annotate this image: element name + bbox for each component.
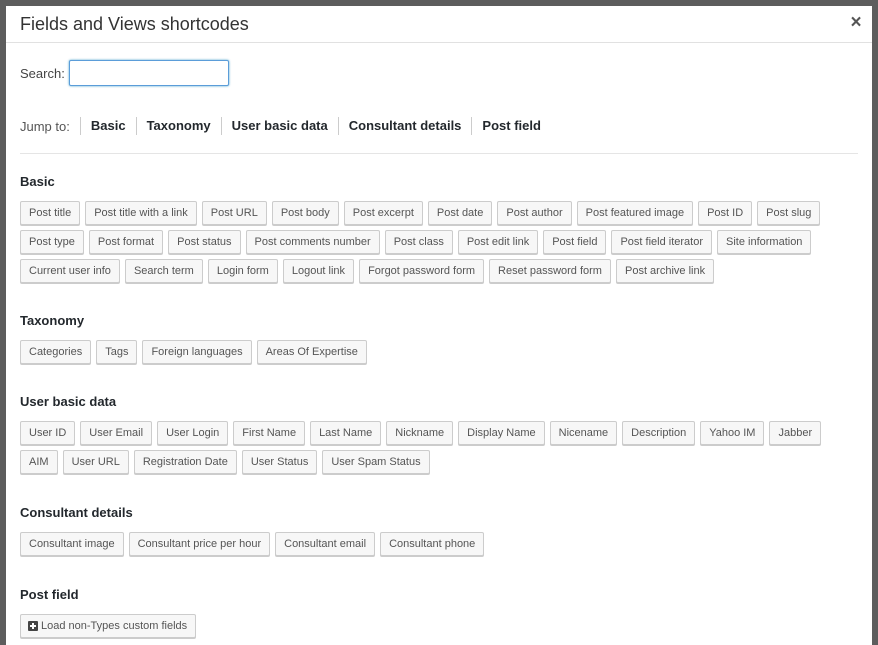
user-shortcode-button[interactable]: Nickname — [386, 421, 454, 445]
section-post-field: Post field Load non-Types custom fields — [20, 587, 858, 643]
user-shortcode-button[interactable]: Jabber — [769, 421, 822, 445]
basic-shortcode-button[interactable]: Post title with a link — [85, 201, 197, 225]
jump-to-label: Jump to: — [20, 118, 70, 134]
basic-buttons: Post title Post title with a link Post URL… — [20, 201, 860, 288]
section-title-taxonomy: Taxonomy — [20, 313, 85, 328]
section-basic: Basic Post title Post title with a link Po… — [20, 174, 858, 288]
user-shortcode-button[interactable]: User URL — [62, 450, 129, 474]
basic-shortcode-button[interactable]: Site information — [717, 230, 812, 254]
user-shortcode-button[interactable]: Yahoo IM — [700, 421, 765, 445]
taxonomy-buttons: Categories Tags Foreign languages Areas Of … — [20, 340, 860, 369]
basic-shortcode-button[interactable]: Current user info — [20, 259, 120, 283]
dialog-header: Fields and Views shortcodes × — [6, 6, 872, 43]
section-user-basic-data: User basic data User ID User Email User Lo… — [20, 394, 858, 479]
section-title-consultant: Consultant details — [20, 505, 133, 520]
taxonomy-shortcode-button[interactable]: Areas Of Expertise — [256, 340, 367, 364]
basic-shortcode-button[interactable]: Post edit link — [457, 230, 539, 254]
consultant-shortcode-button[interactable]: Consultant price per hour — [128, 532, 271, 556]
dialog-title: Fields and Views shortcodes — [20, 14, 249, 34]
user-shortcode-button[interactable]: User Email — [80, 421, 153, 445]
consultant-shortcode-button[interactable]: Consultant email — [275, 532, 376, 556]
user-shortcode-button[interactable]: User ID — [20, 421, 76, 445]
basic-shortcode-button[interactable]: Post URL — [201, 201, 267, 225]
jump-link-taxonomy[interactable]: Taxonomy — [135, 117, 221, 135]
user-buttons: User ID User Email User Login First Name Las… — [20, 421, 860, 479]
plus-square-icon — [28, 621, 38, 631]
section-title-basic: Basic — [20, 174, 55, 189]
basic-shortcode-button[interactable]: Post body — [271, 201, 339, 225]
user-shortcode-button[interactable]: Last Name — [310, 421, 382, 445]
basic-shortcode-button[interactable]: Post ID — [698, 201, 753, 225]
basic-shortcode-button[interactable]: Forgot password form — [359, 259, 485, 283]
consultant-buttons: Consultant image Consultant price per hou… — [20, 532, 860, 561]
jump-link-user-basic-data[interactable]: User basic data — [220, 117, 338, 135]
basic-shortcode-button[interactable]: Logout link — [282, 259, 355, 283]
basic-shortcode-button[interactable]: Search term — [124, 259, 203, 283]
basic-shortcode-button[interactable]: Login form — [207, 259, 278, 283]
basic-shortcode-button[interactable]: Post field iterator — [611, 230, 712, 254]
user-shortcode-button[interactable]: First Name — [233, 421, 306, 445]
user-shortcode-button[interactable]: User Status — [241, 450, 318, 474]
section-taxonomy: Taxonomy Categories Tags Foreign languages… — [20, 313, 858, 369]
close-icon[interactable]: × — [848, 13, 864, 33]
section-title-post-field: Post field — [20, 587, 79, 602]
user-shortcode-button[interactable]: Display Name — [458, 421, 545, 445]
search-input[interactable] — [68, 60, 229, 86]
basic-shortcode-button[interactable]: Post class — [384, 230, 453, 254]
basic-shortcode-button[interactable]: Post featured image — [576, 201, 694, 225]
basic-shortcode-button[interactable]: Post author — [497, 201, 572, 225]
postfield-buttons: Load non-Types custom fields — [20, 614, 860, 643]
basic-shortcode-button[interactable]: Post slug — [757, 201, 821, 225]
basic-shortcode-button[interactable]: Post archive link — [615, 259, 715, 283]
shortcodes-dialog: Fields and Views shortcodes × Search: Ju… — [6, 6, 872, 645]
basic-shortcode-button[interactable]: Post title — [20, 201, 81, 225]
user-shortcode-button[interactable]: User Login — [157, 421, 229, 445]
load-custom-fields-button[interactable]: Load non-Types custom fields — [20, 614, 197, 638]
search-row: Search: — [20, 60, 229, 86]
jump-link-consultant-details[interactable]: Consultant details — [337, 117, 472, 135]
search-label: Search: — [20, 65, 65, 81]
basic-shortcode-button[interactable]: Post excerpt — [343, 201, 423, 225]
user-shortcode-button[interactable]: User Spam Status — [322, 450, 430, 474]
basic-shortcode-button[interactable]: Post field — [543, 230, 607, 254]
user-shortcode-button[interactable]: Nicename — [549, 421, 618, 445]
jump-link-basic[interactable]: Basic — [79, 117, 136, 135]
user-shortcode-button[interactable]: AIM — [20, 450, 58, 474]
basic-shortcode-button[interactable]: Post type — [20, 230, 84, 254]
taxonomy-shortcode-button[interactable]: Tags — [96, 340, 138, 364]
basic-shortcode-button[interactable]: Post date — [427, 201, 493, 225]
consultant-shortcode-button[interactable]: Consultant image — [20, 532, 124, 556]
user-shortcode-button[interactable]: Description — [622, 421, 696, 445]
basic-shortcode-button[interactable]: Post status — [168, 230, 241, 254]
basic-shortcode-button[interactable]: Post comments number — [245, 230, 380, 254]
jump-to-nav: Jump to: Basic Taxonomy User basic data … — [20, 116, 551, 136]
consultant-shortcode-button[interactable]: Consultant phone — [380, 532, 485, 556]
taxonomy-shortcode-button[interactable]: Categories — [20, 340, 92, 364]
taxonomy-shortcode-button[interactable]: Foreign languages — [142, 340, 252, 364]
load-custom-fields-label: Load non-Types custom fields — [41, 620, 188, 632]
user-shortcode-button[interactable]: Registration Date — [133, 450, 237, 474]
divider — [20, 153, 858, 154]
section-title-user: User basic data — [20, 394, 117, 409]
section-consultant-details: Consultant details Consultant image Consu… — [20, 505, 858, 561]
basic-shortcode-button[interactable]: Post format — [88, 230, 164, 254]
basic-shortcode-button[interactable]: Reset password form — [489, 259, 611, 283]
jump-link-post-field[interactable]: Post field — [471, 117, 551, 135]
